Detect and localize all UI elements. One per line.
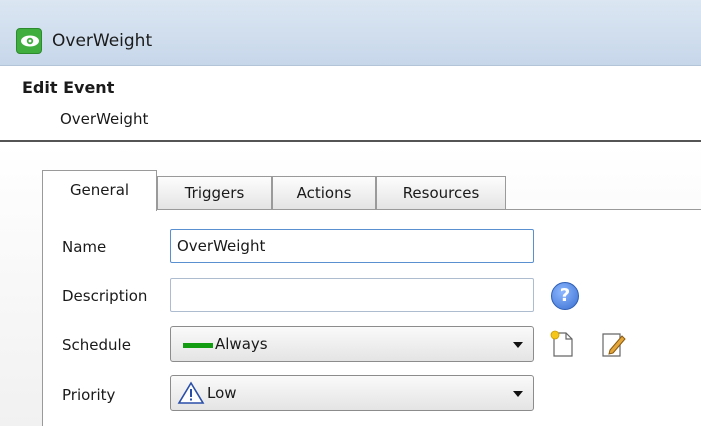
warning-triangle-icon [177,381,205,417]
edit-pencil-icon[interactable] [600,330,626,362]
priority-select[interactable]: Low [170,375,534,411]
tab-resources[interactable]: Resources [376,176,506,210]
description-input[interactable] [170,278,534,312]
tab-general[interactable]: General [42,170,157,211]
schedule-selected-value: Always [215,335,268,353]
schedule-label: Schedule [62,336,131,354]
window-title: OverWeight [52,31,153,51]
name-input[interactable]: OverWeight [170,229,534,263]
tab-actions[interactable]: Actions [272,176,376,210]
chevron-down-icon [513,391,523,397]
page-title: Edit Event [22,78,115,97]
description-label: Description [62,287,148,305]
priority-selected-value: Low [207,384,237,402]
chevron-down-icon [513,342,523,348]
name-label: Name [62,238,107,256]
schedule-color-swatch [183,343,213,348]
tab-triggers[interactable]: Triggers [157,176,272,210]
schedule-select[interactable]: Always [170,326,534,362]
edit-event-header: Edit Event OverWeight [0,66,701,142]
page-subtitle: OverWeight [60,110,149,128]
eye-icon [16,28,42,54]
help-icon[interactable]: ? [551,282,579,310]
priority-label: Priority [62,386,116,404]
new-document-icon[interactable] [550,330,576,362]
window-titlebar: OverWeight [0,0,701,66]
